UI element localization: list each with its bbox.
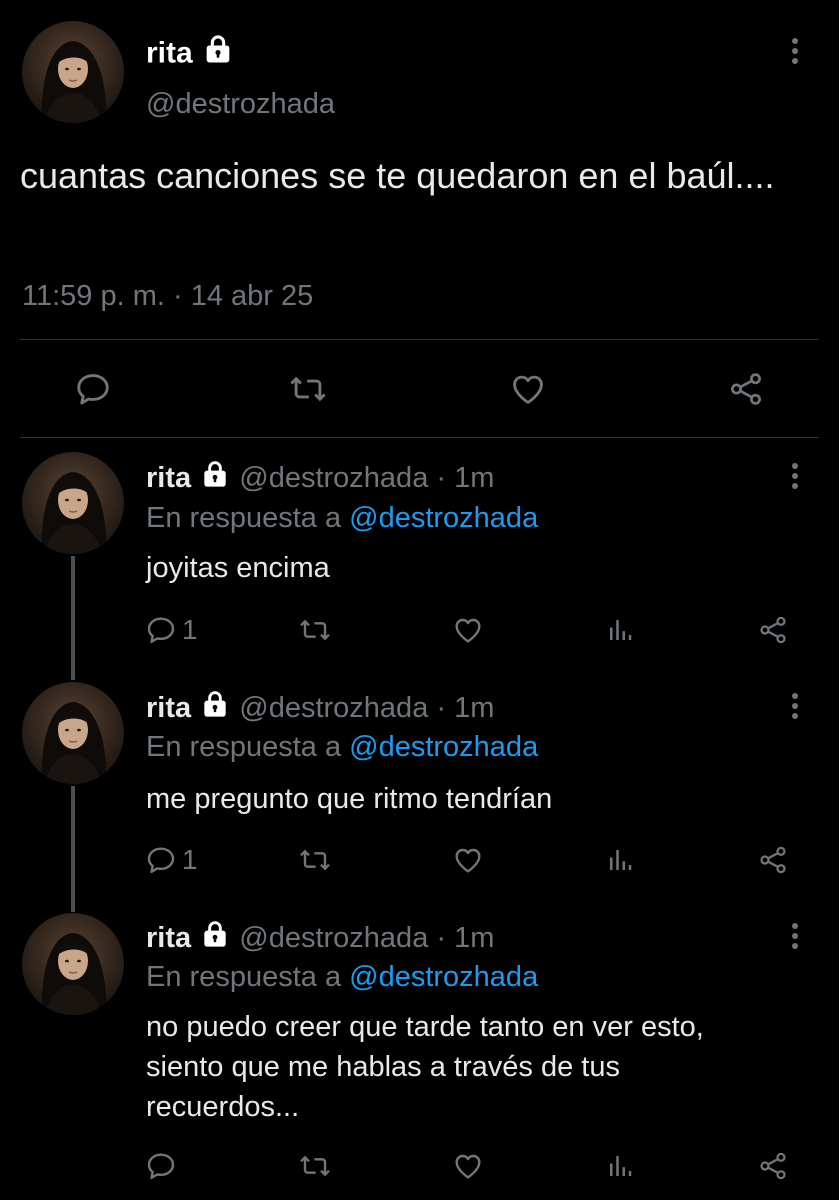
lock-icon [199, 458, 231, 501]
display-name-text[interactable]: rita [146, 36, 193, 69]
share-icon[interactable] [756, 614, 790, 651]
mention-link[interactable]: @destrozhada [349, 961, 538, 993]
avatar[interactable] [22, 21, 124, 123]
analytics-icon[interactable] [605, 844, 635, 881]
retweet-icon[interactable] [298, 614, 332, 651]
reply-context: En respuesta a @destrozhada [146, 957, 538, 997]
reply-icon[interactable] [74, 370, 112, 413]
reply-context-label: En respuesta a [146, 502, 342, 534]
thread-line [71, 786, 75, 912]
tweet-text: cuantas canciones se te quedaron en el b… [20, 155, 775, 196]
reply-header: rita @destrozhada · 1m [146, 458, 494, 501]
retweet-icon[interactable] [288, 370, 328, 413]
handle[interactable]: @destrozhada [239, 462, 428, 494]
reply-text: joyitas encima [146, 552, 330, 584]
reply-text: me pregunto que ritmo tendrían [146, 783, 553, 815]
more-options-icon[interactable] [790, 463, 800, 493]
reply-icon[interactable] [145, 844, 177, 881]
retweet-icon[interactable] [298, 1150, 332, 1187]
reply-count: 1 [182, 614, 198, 645]
reply-time: · 1m [436, 692, 495, 725]
reply-context: En respuesta a @destrozhada [146, 727, 538, 767]
lock-icon [199, 918, 231, 961]
more-options-icon[interactable] [790, 693, 800, 723]
handle[interactable]: @destrozhada [146, 84, 335, 124]
reply-context-label: En respuesta a [146, 961, 342, 993]
reply-header: rita @destrozhada · 1m [146, 688, 494, 731]
reply-time: · 1m [436, 922, 495, 955]
handle[interactable]: @destrozhada [239, 692, 428, 724]
retweet-icon[interactable] [298, 844, 332, 881]
share-icon[interactable] [756, 844, 790, 881]
like-icon[interactable] [508, 370, 548, 413]
avatar[interactable] [22, 682, 124, 784]
analytics-icon[interactable] [605, 614, 635, 651]
mention-link[interactable]: @destrozhada [349, 502, 538, 534]
reply-icon[interactable] [145, 1150, 177, 1187]
reply-context: En respuesta a @destrozhada [146, 498, 538, 538]
display-name[interactable]: rita [146, 692, 191, 724]
analytics-icon[interactable] [605, 1150, 635, 1187]
lock-icon [199, 688, 231, 731]
avatar[interactable] [22, 452, 124, 554]
display-name[interactable]: rita [146, 462, 191, 494]
mention-link[interactable]: @destrozhada [349, 731, 538, 763]
avatar[interactable] [22, 913, 124, 1015]
display-name[interactable]: rita [146, 32, 235, 77]
more-options-icon[interactable] [790, 923, 800, 953]
divider [20, 437, 819, 438]
share-icon[interactable] [726, 370, 766, 413]
reply-context-label: En respuesta a [146, 731, 342, 763]
display-name[interactable]: rita [146, 922, 191, 954]
lock-icon [201, 32, 235, 77]
share-icon[interactable] [756, 1150, 790, 1187]
like-icon[interactable] [451, 614, 485, 651]
like-icon[interactable] [451, 844, 485, 881]
reply-count: 1 [182, 844, 198, 875]
handle[interactable]: @destrozhada [239, 922, 428, 954]
reply-header: rita @destrozhada · 1m [146, 918, 494, 961]
reply-text: no puedo creer que tarde tanto en ver es… [146, 1011, 704, 1123]
tweet-timestamp[interactable]: 11:59 p. m. · 14 abr 25 [22, 276, 313, 316]
reply-time: · 1m [436, 462, 495, 495]
like-icon[interactable] [451, 1150, 485, 1187]
thread-line [71, 556, 75, 680]
reply-icon[interactable] [145, 614, 177, 651]
more-options-icon[interactable] [790, 38, 800, 68]
divider [20, 339, 819, 340]
